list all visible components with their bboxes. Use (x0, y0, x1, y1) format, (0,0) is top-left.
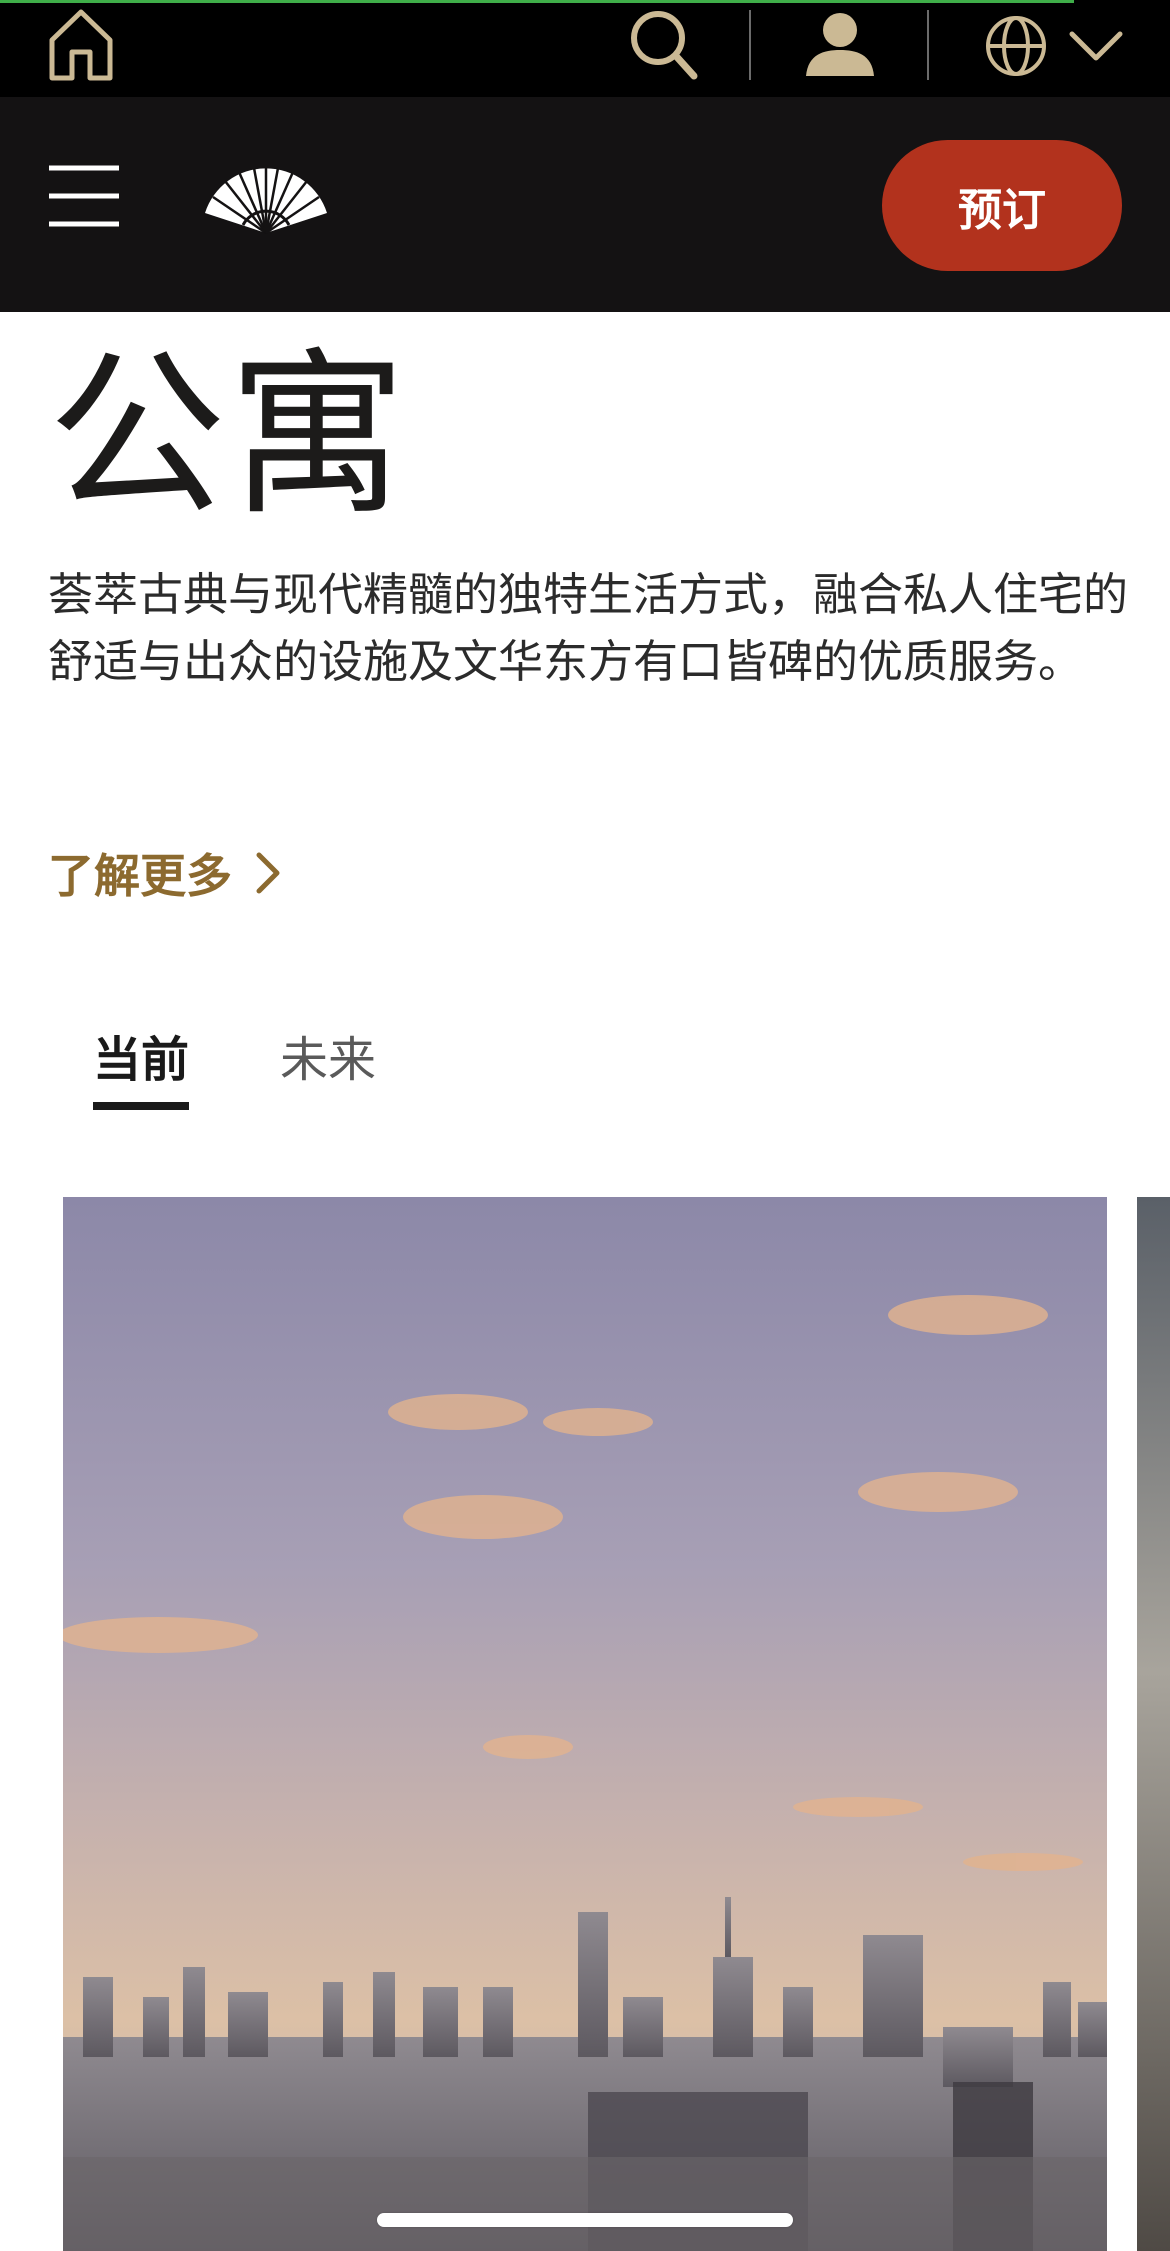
site-header: 预订 (0, 97, 1170, 312)
page-load-progress-bar (0, 0, 1074, 3)
learn-more-link[interactable]: 了解更多 (48, 838, 282, 908)
globe-icon[interactable] (984, 14, 1048, 78)
separator (927, 10, 929, 80)
utility-bar (0, 0, 1170, 97)
tab-current[interactable]: 当前 (93, 1020, 190, 1110)
chevron-down-icon[interactable] (1068, 28, 1124, 64)
separator (749, 10, 751, 80)
book-button[interactable]: 预订 (882, 140, 1122, 271)
user-icon[interactable] (804, 10, 876, 78)
next-residence-card-peek[interactable] (1137, 1197, 1170, 2251)
hamburger-menu-icon[interactable] (47, 164, 121, 228)
page-description: 荟萃古典与现代精髓的独特生活方式，融合私人住宅的舒适与出众的设施及文华东方有口皆… (48, 568, 1129, 688)
search-icon[interactable] (628, 8, 700, 80)
learn-more-label: 了解更多 (48, 849, 232, 903)
tab-future[interactable]: 未来 (280, 1020, 376, 1100)
page-title: 公寓 (48, 332, 408, 539)
home-icon[interactable] (46, 6, 116, 82)
home-indicator (377, 2213, 793, 2227)
residence-tabs: 当前 未来 (0, 1020, 1170, 1130)
chevron-right-icon (256, 852, 280, 894)
fan-logo-icon[interactable] (203, 165, 329, 235)
residence-card-image[interactable] (63, 1197, 1107, 2251)
